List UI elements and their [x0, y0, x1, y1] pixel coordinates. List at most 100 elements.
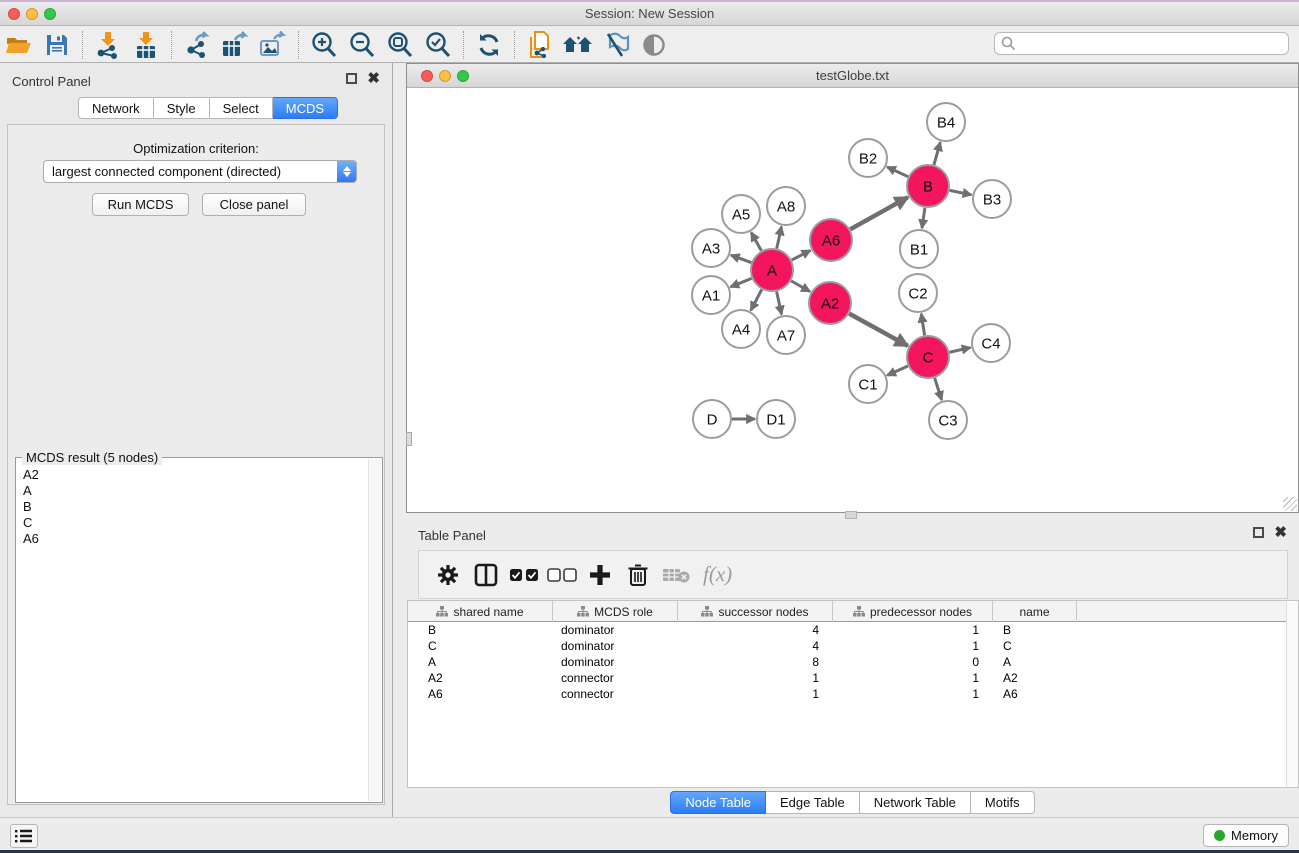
deselect-all-columns-button[interactable]: [543, 568, 581, 582]
table-options-button[interactable]: [429, 563, 467, 587]
graph-node-A8[interactable]: A8: [767, 187, 805, 225]
network-canvas[interactable]: B4 B2 B B3 A8A5 A6 A3 B1 A A1 C2 A2 A4A7 C4 C C1 C3 D D1: [407, 89, 1298, 512]
graph-node-A7[interactable]: A7: [767, 316, 805, 354]
float-panel-icon[interactable]: [346, 73, 357, 84]
graph-node-A[interactable]: A: [751, 249, 793, 291]
float-table-panel-icon[interactable]: [1253, 527, 1264, 538]
graph-edge-A-A4[interactable]: [751, 289, 762, 310]
duplicate-network-button[interactable]: [521, 29, 559, 61]
mcds-result-item[interactable]: A: [23, 483, 369, 499]
mcds-result-item[interactable]: B: [23, 499, 369, 515]
table-row[interactable]: A2 connector 1 1 A2: [408, 670, 1286, 686]
result-list-scrollbar[interactable]: [368, 459, 381, 801]
delete-column-button[interactable]: [619, 563, 657, 587]
split-divider-grip[interactable]: [845, 511, 857, 519]
tab-network-table[interactable]: Network Table: [860, 791, 971, 814]
graph-edge-B-B3[interactable]: [950, 190, 972, 194]
refresh-layout-button[interactable]: [470, 29, 508, 61]
graph-edge-C-C3[interactable]: [935, 378, 942, 400]
graph-node-A2[interactable]: A2: [809, 282, 851, 324]
tab-network[interactable]: Network: [78, 97, 154, 119]
hide-selected-button[interactable]: [597, 29, 635, 61]
graph-node-C1[interactable]: C1: [849, 365, 887, 403]
import-network-button[interactable]: [89, 29, 127, 61]
import-table-button[interactable]: [127, 29, 165, 61]
graph-node-C2[interactable]: C2: [899, 274, 937, 312]
close-panel-button[interactable]: Close panel: [202, 193, 306, 216]
window-resize-grip-icon[interactable]: [1283, 497, 1297, 511]
graph-node-C3[interactable]: C3: [929, 401, 967, 439]
graph-node-A4[interactable]: A4: [722, 310, 760, 348]
graph-node-C4[interactable]: C4: [972, 324, 1010, 362]
add-column-button[interactable]: [581, 563, 619, 587]
graph-edge-A-A6[interactable]: [792, 250, 811, 260]
graph-node-B4[interactable]: B4: [927, 103, 965, 141]
graph-node-A1[interactable]: A1: [692, 276, 730, 314]
graph-edge-A-A5[interactable]: [751, 232, 761, 250]
graph-node-A3[interactable]: A3: [692, 229, 730, 267]
run-mcds-button[interactable]: Run MCDS: [92, 193, 189, 216]
tab-mcds[interactable]: MCDS: [273, 97, 338, 119]
mcds-result-item[interactable]: A6: [23, 531, 369, 547]
graph-edge-C-C4[interactable]: [949, 348, 970, 353]
function-builder-button[interactable]: f(x): [703, 562, 732, 587]
graph-edge-A6-B[interactable]: [850, 197, 908, 229]
graph-edge-B-B2[interactable]: [887, 167, 908, 177]
zoom-in-button[interactable]: [305, 29, 343, 61]
graph-edge-B-B1[interactable]: [922, 208, 925, 228]
graph-node-B3[interactable]: B3: [973, 180, 1011, 218]
table-row[interactable]: A dominator 8 0 A: [408, 654, 1286, 670]
graph-edge-C-C1[interactable]: [887, 366, 908, 375]
tab-edge-table[interactable]: Edge Table: [766, 791, 860, 814]
close-panel-icon[interactable]: ✖: [367, 73, 380, 84]
export-image-button[interactable]: [254, 29, 292, 61]
export-table-button[interactable]: [216, 29, 254, 61]
column-header-predecessor-nodes[interactable]: predecessor nodes: [833, 601, 993, 622]
graph-edge-A2-C[interactable]: [849, 314, 908, 346]
column-header-mcds-role[interactable]: MCDS role: [553, 601, 678, 622]
graph-node-A5[interactable]: A5: [722, 195, 760, 233]
table-row[interactable]: A6 connector 1 1 A6: [408, 686, 1286, 702]
tab-select[interactable]: Select: [210, 97, 273, 119]
zoom-fit-button[interactable]: [381, 29, 419, 61]
column-header-successor-nodes[interactable]: successor nodes: [678, 601, 833, 622]
open-file-button[interactable]: [0, 29, 38, 61]
show-panel-list-button[interactable]: [10, 824, 38, 848]
table-row[interactable]: B dominator 4 1 B: [408, 622, 1286, 638]
tab-motifs[interactable]: Motifs: [971, 791, 1035, 814]
close-table-panel-icon[interactable]: ✖: [1274, 527, 1287, 538]
graph-edge-A-A7[interactable]: [777, 292, 782, 315]
panel-grip[interactable]: [406, 432, 412, 446]
export-network-button[interactable]: [178, 29, 216, 61]
mcds-result-item[interactable]: A2: [23, 467, 369, 483]
show-graphics-details-button[interactable]: [635, 29, 673, 61]
zoom-selected-button[interactable]: [419, 29, 457, 61]
graph-node-C[interactable]: C: [907, 336, 949, 378]
graph-node-B2[interactable]: B2: [849, 139, 887, 177]
select-all-columns-button[interactable]: [505, 568, 543, 582]
table-scrollbar[interactable]: [1286, 600, 1299, 788]
column-header-shared-name[interactable]: shared name: [408, 601, 553, 622]
tab-node-table[interactable]: Node Table: [670, 791, 766, 814]
graph-node-B[interactable]: B: [907, 165, 949, 207]
optimization-criterion-select[interactable]: largest connected component (directed): [43, 160, 357, 183]
graph-edge-B-B4[interactable]: [934, 142, 940, 165]
graph-edge-A-A3[interactable]: [731, 255, 752, 262]
graph-node-D1[interactable]: D1: [757, 400, 795, 438]
graph-edge-A-A8[interactable]: [777, 227, 782, 249]
memory-button[interactable]: Memory: [1203, 824, 1289, 847]
graph-edge-A-A1[interactable]: [730, 278, 751, 287]
tab-style[interactable]: Style: [154, 97, 210, 119]
table-row[interactable]: C dominator 4 1 C: [408, 638, 1286, 654]
column-header-name[interactable]: name: [993, 601, 1077, 622]
save-session-button[interactable]: [38, 29, 76, 61]
graph-node-D[interactable]: D: [693, 400, 731, 438]
first-neighbors-button[interactable]: [559, 29, 597, 61]
search-field[interactable]: [994, 32, 1289, 55]
graph-edge-C-C2[interactable]: [921, 314, 924, 336]
mcds-result-list[interactable]: A2 A B C A6: [17, 461, 369, 801]
graph-edge-A-A2[interactable]: [791, 281, 810, 292]
graph-node-B1[interactable]: B1: [900, 230, 938, 268]
graph-node-A6[interactable]: A6: [810, 219, 852, 261]
column-layout-button[interactable]: [467, 562, 505, 588]
